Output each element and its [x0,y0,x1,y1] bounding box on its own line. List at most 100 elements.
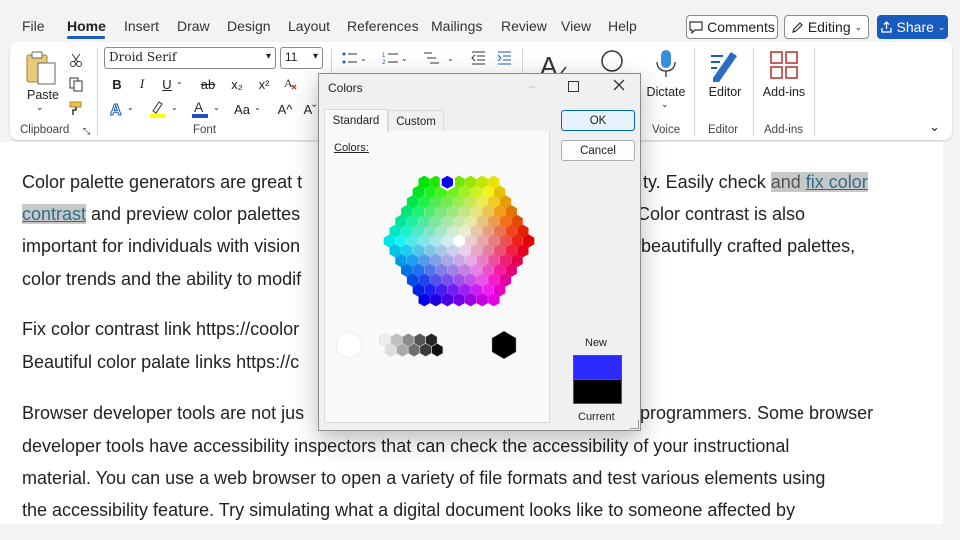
tab-view[interactable]: View [561,18,591,34]
paragraph-line: Color palette generators are great t [22,166,302,199]
paragraph-line: material. You can use a web browser to o… [22,468,826,488]
font-size-value: 11 [285,50,298,64]
collapse-ribbon-icon[interactable]: ⌄ [929,119,940,135]
superscript-button[interactable]: x² [256,76,272,92]
decrease-indent-icon[interactable] [470,50,486,66]
tab-review[interactable]: Review [501,18,547,34]
ok-button[interactable]: OK [561,110,635,131]
pencil-icon [791,21,803,33]
shrink-font-button[interactable]: Aˇ [300,101,320,117]
chevron-down-icon: ▾ [265,51,271,62]
text-run: Color palette generators are great t [22,172,303,192]
addins-button[interactable]: Add-ins [760,48,808,104]
active-tab-indicator [67,36,105,39]
resize-grip-icon[interactable] [630,420,639,429]
voice-group-label: Voice [652,124,681,136]
bullets-icon[interactable]: ⌄ [340,50,368,66]
format-painter-icon[interactable] [68,100,84,116]
tab-layout[interactable]: Layout [288,18,330,34]
share-icon [880,20,892,33]
paragraph-line: Color contrast is also [637,198,805,231]
tab-draw[interactable]: Draw [177,18,210,34]
ribbon-separator [694,48,695,136]
increase-indent-icon[interactable] [496,50,512,66]
colors-dialog: Colors – Standard Custom Colors: OK Canc… [318,73,641,431]
numbering-icon[interactable]: 1 2 ⌄ [381,50,409,66]
multilevel-list-icon[interactable]: ⌄ [422,50,456,66]
paragraph-line: ty. Easily check and fix color [643,166,868,199]
tab-design[interactable]: Design [227,18,271,34]
dialog-launcher-icon[interactable]: ⤡ [83,126,90,137]
strikethrough-button[interactable]: ab [199,76,217,92]
paragraph-line: beautifully crafted palettes, [641,230,855,263]
chevron-down-icon: ⌄ [36,102,44,112]
chevron-down-icon: ⌄ [854,21,863,32]
text-run: color trends and the ability to modif [22,269,302,289]
grow-font-button[interactable]: A^ [275,101,295,117]
change-case-button[interactable]: Aa [231,101,253,117]
fix-color-link[interactable]: fix color [805,172,868,192]
tab-help[interactable]: Help [608,18,637,34]
text-run: beautifully crafted palettes, [641,236,856,256]
current-color-label: Current [578,411,615,423]
font-size-combo[interactable]: 11 ▾ [280,47,323,69]
ribbon-separator [97,48,98,136]
black-color-cell[interactable] [491,330,517,360]
chevron-down-icon[interactable]: ⌄ [254,103,261,112]
tab-references[interactable]: References [347,18,419,34]
font-color-icon[interactable]: A [190,99,210,119]
dictate-button[interactable]: Dictate ⌄ [646,48,686,114]
comments-label: Comments [707,19,775,35]
svg-text:2: 2 [382,60,386,65]
subscript-button[interactable]: x₂ [229,76,245,92]
white-color-cell[interactable] [336,330,362,360]
paste-button[interactable]: Paste ⌄ [24,50,60,116]
new-color-swatch [573,355,622,380]
addins-label: Add-ins [762,85,806,99]
contrast-link[interactable]: contrast [22,204,87,224]
clear-formatting-icon[interactable]: A [282,74,300,92]
paste-label: Paste [27,88,59,102]
editor-button[interactable]: Editor [703,48,747,104]
text-effects-icon[interactable]: A [108,99,126,119]
tab-file[interactable]: File [22,18,45,34]
cut-icon[interactable] [68,52,84,68]
svg-text:1: 1 [382,53,386,59]
chevron-down-icon[interactable]: ⌄ [176,77,183,86]
text-run: ty. Easily check [643,172,771,192]
share-button[interactable]: Share ⌄ [877,15,948,39]
comments-button[interactable]: Comments [686,15,778,39]
paragraph-line: Beautiful color palate links https://c [22,352,300,372]
font-name-combo[interactable]: Droid Serif ▾ [104,47,276,69]
chevron-down-icon[interactable]: ⌄ [171,103,178,112]
tab-home[interactable]: Home [67,18,106,34]
editor-label: Editor [708,85,742,99]
svg-text:A: A [284,76,293,90]
paragraph-line: developer tools have accessibility inspe… [22,436,790,456]
cancel-button[interactable]: Cancel [561,140,635,161]
chevron-down-icon[interactable]: ⌄ [213,103,220,112]
addins-icon [770,51,798,79]
font-name-value: Droid Serif [109,50,177,64]
dictate-label: Dictate [646,85,686,99]
selected-color-cell[interactable] [439,173,455,191]
tab-mailings[interactable]: Mailings [431,18,482,34]
new-color-label: New [585,337,608,349]
copy-icon[interactable] [68,76,84,92]
highlight-color-icon[interactable] [148,99,168,119]
italic-button[interactable]: I [135,76,149,92]
editing-mode-button[interactable]: Editing ⌄ [784,15,869,39]
svg-text:⌄: ⌄ [447,54,454,63]
text-run: Color contrast is also [637,204,806,224]
text-run: and preview color palettes [86,204,301,224]
tab-insert[interactable]: Insert [124,18,159,34]
bold-button[interactable]: B [110,76,124,92]
paragraph-line: contrast and preview color palettes [22,198,300,231]
underline-button[interactable]: U [160,76,174,92]
paste-icon [26,51,56,85]
chevron-down-icon: ⌄ [661,99,669,109]
chevron-down-icon[interactable]: ⌄ [127,103,134,112]
ribbon-separator [753,48,754,136]
text-run: and [770,172,806,192]
tab-standard[interactable]: Standard [324,109,388,132]
